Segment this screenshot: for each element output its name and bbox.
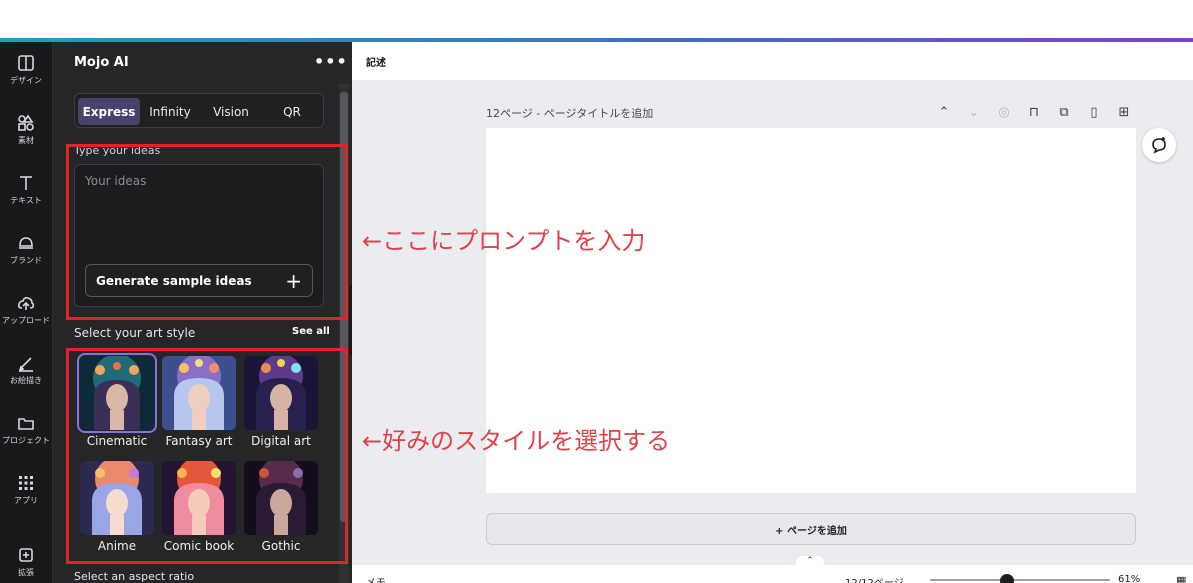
prompt-annotation: ←ここにプロンプトを入力 [362, 227, 646, 255]
rail-item-brand[interactable]: ブランド [0, 234, 52, 284]
style-highlight-box [66, 348, 348, 564]
rail-label: デザイン [10, 76, 42, 85]
zoom-value[interactable]: 61% [1118, 574, 1140, 583]
left-rail: デザイン 素材 テキスト ブランド アップロード お絵描き プロジェクト アプリ… [0, 42, 52, 583]
rail-label: アップロード [2, 316, 50, 325]
rail-label: 素材 [18, 136, 34, 145]
panel-title: Mojo AI [74, 55, 129, 70]
page-title[interactable]: 12ページ - ページタイトルを追加 [486, 105, 653, 121]
rail-label: アプリ [14, 496, 38, 505]
lock-icon[interactable]: ⊓ [1025, 103, 1043, 121]
page-toolbar: ⌃ ⌄ ◎ ⊓ ⧉ ▯ ⊞ [935, 103, 1135, 123]
brand-icon [19, 237, 33, 249]
mode-tabs: Express Infinity Vision QR [74, 93, 324, 128]
rail-item-elements[interactable]: 素材 [0, 114, 52, 164]
hide-icon[interactable]: ◎ [995, 103, 1013, 121]
add-page-button[interactable]: + ページを追加 [486, 513, 1136, 545]
zoom-slider-track[interactable] [930, 579, 1110, 581]
rail-item-upload[interactable]: アップロード [0, 294, 52, 344]
notes-button[interactable]: メモ [366, 574, 386, 583]
editor-header-label[interactable]: 記述 [366, 54, 386, 69]
app-window: デザイン 素材 テキスト ブランド アップロード お絵描き プロジェクト アプリ… [0, 0, 1193, 583]
folder-icon [18, 418, 34, 430]
rail-label: お絵描き [10, 376, 42, 385]
style-annotation: ←好みのスタイルを選択する [362, 427, 671, 455]
chevron-up-icon[interactable]: ⌃ [935, 103, 953, 121]
upload-icon [18, 297, 35, 310]
rail-item-draw[interactable]: お絵描き [0, 354, 52, 404]
see-all-link[interactable]: See all [292, 326, 330, 337]
page-count[interactable]: 12/12ページ [845, 574, 904, 583]
apps-icon [19, 476, 33, 490]
rail-item-projects[interactable]: プロジェクト [0, 414, 52, 464]
art-style-label: Select your art style [74, 326, 196, 340]
tab-qr[interactable]: QR [261, 98, 323, 125]
aspect-ratio-label: Select an aspect ratio [74, 570, 195, 583]
duplicate-icon[interactable]: ⧉ [1055, 103, 1073, 121]
tab-express[interactable]: Express [78, 98, 140, 125]
layout-icon [18, 55, 34, 71]
elements-icon [18, 114, 34, 131]
rail-item-text[interactable]: テキスト [0, 174, 52, 224]
top-bar [0, 0, 1193, 40]
tab-vision[interactable]: Vision [200, 98, 262, 125]
text-icon [20, 176, 32, 190]
editor-header [352, 42, 1193, 80]
zoom-slider-handle[interactable] [1000, 574, 1014, 583]
extend-icon [19, 548, 33, 562]
prompt-highlight-box [66, 144, 348, 320]
rail-label: テキスト [10, 196, 42, 205]
rail-item-apps[interactable]: アプリ [0, 474, 52, 524]
comment-glyph [1152, 137, 1166, 154]
rail-item-extend[interactable]: 拡張 [0, 546, 52, 583]
rail-label: プロジェクト [2, 436, 50, 445]
chevron-up-icon[interactable]: ⌃ [796, 556, 824, 568]
tab-infinity[interactable]: Infinity [139, 98, 201, 125]
chevron-down-icon[interactable]: ⌄ [965, 103, 983, 121]
rail-label: ブランド [10, 256, 42, 265]
grid-view-icon[interactable]: ▦ [1176, 574, 1186, 583]
rail-label: 拡張 [18, 568, 34, 577]
rail-item-design[interactable]: デザイン [0, 54, 52, 104]
add-page-icon[interactable]: ⊞ [1115, 103, 1133, 121]
more-options-icon[interactable]: ••• [314, 52, 348, 71]
draw-icon [18, 357, 33, 372]
comment-add-icon[interactable] [1142, 128, 1176, 162]
trash-icon[interactable]: ▯ [1085, 103, 1103, 121]
